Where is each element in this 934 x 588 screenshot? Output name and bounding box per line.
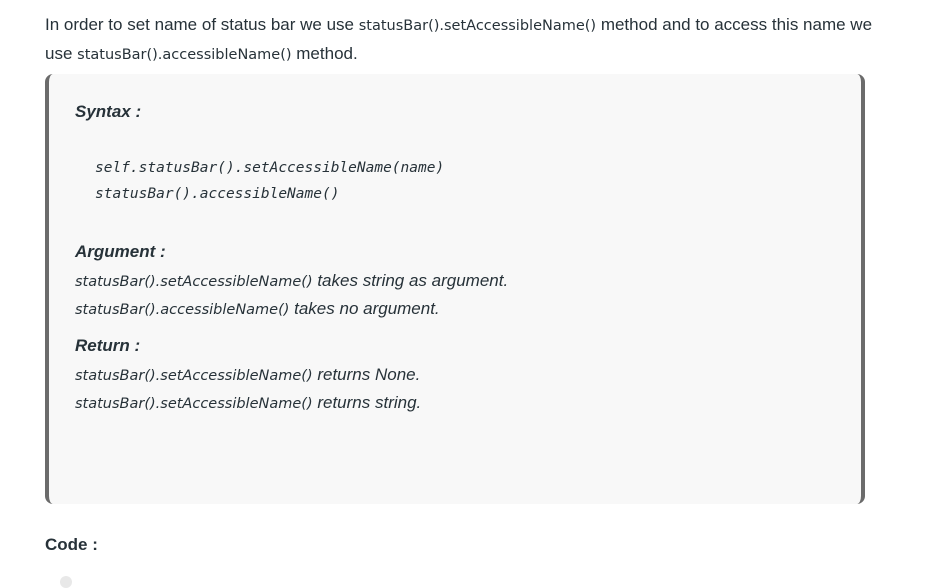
argument-line: statusBar().setAccessibleName() takes st… — [75, 271, 508, 291]
argument-function-name: statusBar().setAccessibleName() — [75, 274, 313, 290]
code-heading: Code : — [45, 535, 98, 554]
return-function-name: statusBar().setAccessibleName() — [75, 368, 313, 384]
syntax-label: Syntax : — [75, 102, 142, 121]
return-line: statusBar().setAccessibleName() returns … — [75, 393, 421, 413]
argument-function-name: statusBar().accessibleName() — [75, 302, 290, 318]
argument-line: statusBar().accessibleName() takes no ar… — [75, 299, 440, 319]
return-label: Return : — [75, 336, 141, 355]
argument-text: takes no argument. — [289, 299, 440, 318]
intro-paragraph: In order to set name of status bar we us… — [45, 11, 875, 69]
intro-text-3: method. — [291, 44, 358, 63]
return-text: returns string. — [312, 393, 422, 412]
intro-code-setaccessiblename: statusBar().setAccessibleName() — [358, 18, 597, 34]
syntax-box: Syntax : self.statusBar().setAccessibleN… — [45, 74, 865, 504]
argument-text: takes string as argument. — [312, 271, 509, 290]
intro-text-1: In order to set name of status bar we us… — [45, 15, 359, 34]
return-line: statusBar().setAccessibleName() returns … — [75, 365, 420, 385]
code-block-edge — [60, 576, 72, 588]
return-text: returns None. — [312, 365, 421, 384]
intro-code-accessiblename: statusBar().accessibleName() — [77, 47, 292, 63]
argument-label: Argument : — [75, 242, 166, 261]
syntax-code-line: statusBar().accessibleName() — [95, 186, 340, 202]
syntax-code-line: self.statusBar().setAccessibleName(name) — [95, 160, 445, 176]
return-function-name: statusBar().setAccessibleName() — [75, 396, 313, 412]
